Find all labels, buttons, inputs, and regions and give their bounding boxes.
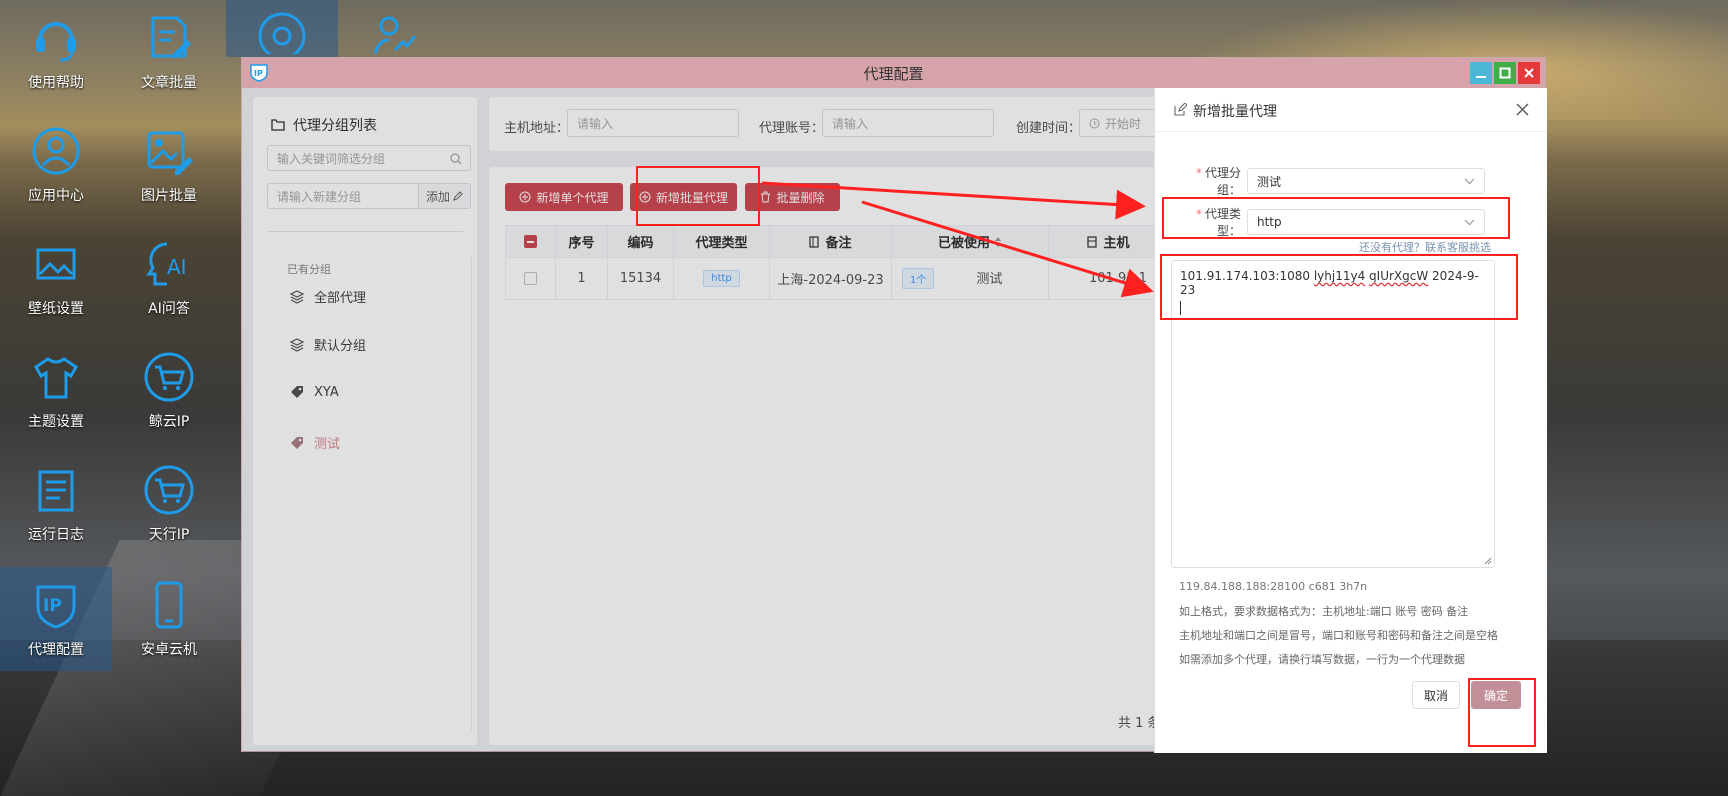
desktop-icon-trend-partial[interactable] xyxy=(339,0,451,57)
headset-icon xyxy=(36,22,76,62)
desktop-icon-wallpaper[interactable]: 壁纸设置 xyxy=(0,226,112,330)
desktop-icon-proxy-config[interactable]: IP 代理配置 xyxy=(0,567,112,671)
format-hint-1: 如上格式，要求数据格式为：主机地址:端口 账号 密码 备注 xyxy=(1179,605,1469,618)
cart-icon xyxy=(144,352,194,402)
desktop-icon-theme[interactable]: 主题设置 xyxy=(0,339,112,443)
annotation-box-textarea xyxy=(1160,254,1518,320)
add-batch-proxy-drawer: 新增批量代理 * 代理分组： 测试 * 代理类型： http 还没有代理？联系客服挑… xyxy=(1154,88,1547,753)
chevron-down-icon xyxy=(1464,178,1475,185)
desktop-icon-android-cloud[interactable]: 安卓云机 xyxy=(113,567,225,671)
desktop-icon-help[interactable]: 使用帮助 xyxy=(0,0,112,104)
tshirt-icon xyxy=(34,357,78,399)
phone-icon xyxy=(155,581,183,629)
ip-shield-icon: IP xyxy=(36,585,76,629)
close-icon xyxy=(1524,68,1534,78)
desktop-icon-jingyun-ip[interactable]: 鲸云IP xyxy=(113,339,225,443)
desktop-icon-ai-qa[interactable]: AI AI问答 xyxy=(113,226,225,330)
edit-document-icon xyxy=(151,16,191,58)
maximize-button[interactable] xyxy=(1494,62,1516,84)
picture-icon xyxy=(36,248,76,280)
window-title: 代理配置 xyxy=(863,64,924,83)
browser-icon xyxy=(258,12,306,54)
maximize-icon xyxy=(1499,67,1511,79)
format-hint-3: 如需添加多个代理，请换行填写数据，一行为一个代理数据 xyxy=(1179,653,1465,666)
desktop-icon-tianxing-ip[interactable]: 天行IP xyxy=(113,452,225,556)
desktop-icon-browser-partial[interactable] xyxy=(226,0,338,57)
svg-text:IP: IP xyxy=(43,596,62,616)
window-titlebar[interactable]: IP 代理配置 xyxy=(242,58,1545,88)
user-circle-icon xyxy=(32,127,80,175)
format-hint-2: 主机地址和端口之间是冒号，端口和账号和密码和备注之间是空格 xyxy=(1179,629,1498,642)
contact-support-link[interactable]: 还没有代理？联系客服挑选 xyxy=(1359,239,1491,255)
trend-user-icon xyxy=(373,16,417,54)
annotation-box-type xyxy=(1162,197,1510,239)
annotation-box-add-batch xyxy=(636,166,760,226)
ip-shield-icon: IP xyxy=(250,64,268,82)
minimize-icon xyxy=(1476,76,1486,78)
group-field: * 代理分组： 测试 xyxy=(1175,164,1485,198)
sample-format: 119.84.188.188:28100 c681 3h7n xyxy=(1179,580,1368,593)
svg-text:IP: IP xyxy=(254,69,263,78)
annotation-box-confirm xyxy=(1468,678,1536,747)
desktop-icon-run-log[interactable]: 运行日志 xyxy=(0,452,112,556)
log-icon xyxy=(38,470,74,512)
proxy-config-window: IP 代理配置 代理分组列表 输入关键词筛选分组 请输入新建分组 添加 已有分组… xyxy=(241,57,1547,753)
desktop-icon-article-batch[interactable]: 文章批量 xyxy=(113,0,225,104)
svg-text:AI: AI xyxy=(167,255,187,279)
close-icon[interactable] xyxy=(1516,103,1529,116)
drawer-header: 新增批量代理 xyxy=(1155,88,1547,132)
group-select[interactable]: 测试 xyxy=(1247,168,1485,194)
edit-icon xyxy=(1174,103,1187,116)
resize-handle-icon[interactable] xyxy=(1484,557,1492,565)
minimize-button[interactable] xyxy=(1470,62,1492,84)
ai-head-icon: AI xyxy=(146,242,187,286)
close-button[interactable] xyxy=(1518,62,1540,84)
desktop-icon-app-center[interactable]: 应用中心 xyxy=(0,113,112,217)
cancel-button[interactable]: 取消 xyxy=(1412,681,1460,709)
drawer-title: 新增批量代理 xyxy=(1193,104,1277,120)
desktop-icon-image-batch[interactable]: 图片批量 xyxy=(113,113,225,217)
cart-icon xyxy=(144,465,194,515)
image-edit-icon xyxy=(147,131,193,175)
